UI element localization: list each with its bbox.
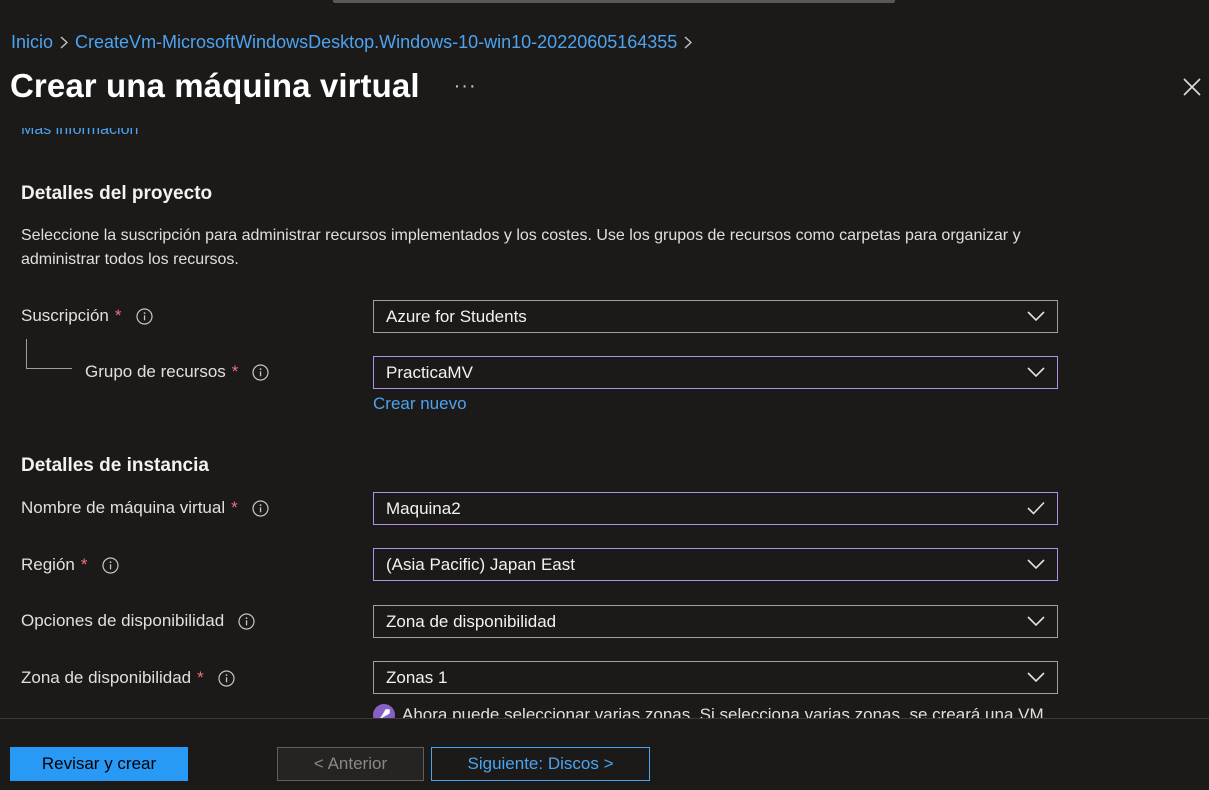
region-label: Región * xyxy=(21,555,119,575)
form-content: Más información Detalles del proyecto Se… xyxy=(0,128,1209,718)
chevron-right-icon xyxy=(53,35,75,49)
region-label-text: Región xyxy=(21,555,75,574)
info-icon[interactable] xyxy=(135,307,153,325)
more-info-link[interactable]: Más información xyxy=(21,128,138,139)
availability-zone-select[interactable]: Zonas 1 xyxy=(373,661,1058,694)
vm-name-label-text: Nombre de máquina virtual xyxy=(21,498,226,517)
chevron-down-icon xyxy=(1027,311,1045,322)
multi-zone-notice: Ahora puede seleccionar varias zonas. Si… xyxy=(373,704,1044,718)
previous-button[interactable]: < Anterior xyxy=(277,747,424,781)
chevron-down-icon xyxy=(1027,559,1045,570)
resource-group-label-text: Grupo de recursos xyxy=(85,362,226,381)
tree-connector xyxy=(26,339,72,369)
info-icon[interactable] xyxy=(252,363,270,381)
info-icon[interactable] xyxy=(238,612,255,630)
next-disks-button[interactable]: Siguiente: Discos > xyxy=(431,747,650,781)
chevron-down-icon xyxy=(1027,672,1045,683)
availability-zone-label-text: Zona de disponibilidad xyxy=(21,668,192,687)
required-marker: * xyxy=(197,668,204,687)
chevron-down-icon xyxy=(1027,367,1045,378)
resource-group-label: Grupo de recursos * xyxy=(85,362,270,382)
subscription-value: Azure for Students xyxy=(386,306,527,326)
info-icon[interactable] xyxy=(252,499,269,517)
availability-zone-label: Zona de disponibilidad * xyxy=(21,668,235,688)
region-value: (Asia Pacific) Japan East xyxy=(386,554,575,574)
multi-zone-notice-text: Ahora puede seleccionar varias zonas. Si… xyxy=(402,705,1044,718)
required-marker: * xyxy=(114,306,122,325)
resource-group-value: PracticaMV xyxy=(386,362,473,382)
title-row: Crear una máquina virtual ··· xyxy=(10,64,477,108)
required-marker: * xyxy=(231,362,239,381)
availability-options-select[interactable]: Zona de disponibilidad xyxy=(373,605,1058,638)
breadcrumb-current-link[interactable]: CreateVm-MicrosoftWindowsDesktop.Windows… xyxy=(75,32,677,53)
project-details-description: Seleccione la suscripción para administr… xyxy=(21,227,1021,268)
subscription-label-text: Suscripción xyxy=(21,306,109,325)
required-marker: * xyxy=(231,498,238,517)
vm-name-input[interactable]: Maquina2 xyxy=(373,492,1058,525)
top-scrollbar[interactable] xyxy=(333,0,895,3)
footer-bar: Revisar y crear < Anterior Siguiente: Di… xyxy=(0,718,1209,790)
rocket-icon xyxy=(373,704,395,718)
subscription-select[interactable]: Azure for Students xyxy=(373,300,1058,333)
resource-group-select[interactable]: PracticaMV xyxy=(373,356,1058,389)
chevron-right-icon xyxy=(677,35,699,49)
checkmark-icon xyxy=(1027,501,1045,515)
availability-options-value: Zona de disponibilidad xyxy=(386,611,557,631)
info-icon[interactable] xyxy=(218,669,235,687)
close-icon[interactable] xyxy=(1181,76,1203,98)
project-details-title: Detalles del proyecto xyxy=(21,183,213,204)
info-icon[interactable] xyxy=(101,556,119,574)
vm-name-label: Nombre de máquina virtual * xyxy=(21,498,269,518)
instance-details-title: Detalles de instancia xyxy=(21,455,209,476)
breadcrumb: Inicio CreateVm-MicrosoftWindowsDesktop.… xyxy=(11,30,699,54)
chevron-down-icon xyxy=(1027,616,1045,627)
availability-options-label: Opciones de disponibilidad xyxy=(21,611,255,631)
required-marker: * xyxy=(80,555,88,574)
create-new-link[interactable]: Crear nuevo xyxy=(373,394,467,414)
region-select[interactable]: (Asia Pacific) Japan East xyxy=(373,548,1058,581)
availability-options-label-text: Opciones de disponibilidad xyxy=(21,611,225,630)
vm-name-value: Maquina2 xyxy=(386,498,461,518)
breadcrumb-home-link[interactable]: Inicio xyxy=(11,32,53,53)
subscription-label: Suscripción * xyxy=(21,306,153,326)
review-create-button[interactable]: Revisar y crear xyxy=(10,747,188,781)
more-options-button[interactable]: ··· xyxy=(454,75,477,98)
availability-zone-value: Zonas 1 xyxy=(386,667,448,687)
page-title: Crear una máquina virtual xyxy=(10,67,420,104)
